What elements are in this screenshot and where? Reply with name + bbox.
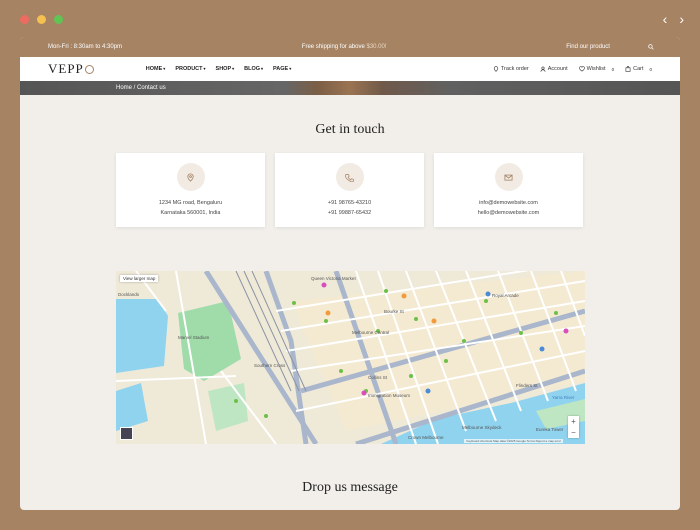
map-attribution[interactable]: Keyboard shortcuts Map data ©2025 Google…: [464, 439, 563, 443]
phone-icon: [345, 173, 354, 182]
browser-window: Mon-Fri : 8:30am to 4:30pm Free shipping…: [20, 37, 680, 510]
phone-line-2[interactable]: +91 99887-65432: [328, 209, 371, 219]
cart-icon: [625, 66, 631, 72]
address-line-1: 1234 MG road, Bengaluru: [158, 200, 223, 206]
zoom-in-button[interactable]: +: [568, 416, 579, 427]
menu-label: PRODUCT: [175, 66, 203, 72]
business-hours: Mon-Fri : 8:30am to 4:30pm: [48, 44, 123, 50]
chevron-down-icon: ▾: [163, 66, 166, 71]
section-title: Drop us message: [302, 480, 398, 495]
shipping-amount: $30.00!: [366, 44, 387, 50]
browser-nav: ‹ ›: [663, 11, 684, 27]
menu-page[interactable]: PAGE▾: [273, 66, 291, 72]
window-controls: [20, 15, 63, 24]
map-label: Marvel Stadium: [178, 335, 210, 340]
menu-product[interactable]: PRODUCT▾: [175, 66, 205, 72]
main-menu: HOME▾ PRODUCT▾ SHOP▾ BLOG▾ PAGE▾: [146, 66, 291, 72]
logo-swirl-icon: [84, 64, 94, 74]
wishlist-label: Wishlist: [586, 66, 606, 72]
icon-circle: [176, 163, 205, 191]
google-map[interactable]: Docklands Marvel Stadium Southern Cross …: [116, 271, 585, 444]
map-label: Queen Victoria Market: [311, 276, 356, 281]
logo-text: VEPP: [48, 61, 84, 76]
breadcrumb-banner: Home / Contact us: [20, 81, 680, 95]
phone-card: +91 98765-43210 +91 99887-65432: [275, 153, 424, 227]
breadcrumb[interactable]: Home / Contact us: [116, 85, 166, 91]
header-actions: Track order Account Wishlist 0 Cart 0: [493, 66, 652, 72]
heart-icon: [578, 66, 585, 72]
menu-label: HOME: [145, 66, 163, 72]
page-title: Get in touch: [315, 122, 385, 137]
brand-logo[interactable]: VEPP: [48, 61, 94, 77]
cart-count: 0: [649, 66, 652, 72]
wishlist-count: 0: [611, 66, 615, 72]
menu-label: PAGE: [273, 66, 289, 72]
email-card: info@demowebsite.com hello@demowebsite.c…: [434, 153, 583, 227]
map-label: Melbourne Skydeck: [462, 425, 502, 430]
map-label: Docklands: [118, 292, 140, 297]
chevron-down-icon: ▾: [232, 66, 235, 71]
icon-circle: [494, 163, 523, 191]
menu-shop[interactable]: SHOP▾: [216, 66, 235, 72]
email-line-2[interactable]: hello@demowebsite.com: [478, 209, 540, 219]
wishlist-link[interactable]: Wishlist 0: [578, 66, 615, 72]
map-label: Yarra River: [552, 395, 575, 400]
minimize-dot[interactable]: [37, 15, 46, 24]
map-tiles[interactable]: Docklands Marvel Stadium Southern Cross …: [116, 271, 585, 444]
user-icon: [540, 66, 546, 72]
top-bar: Mon-Fri : 8:30am to 4:30pm Free shipping…: [20, 37, 680, 57]
main-header: VEPP HOME▾ PRODUCT▾ SHOP▾ BLOG▾ PAGE▾ Tr…: [20, 57, 680, 81]
map-label: Eureka Tower: [536, 427, 564, 432]
account-link[interactable]: Account: [540, 66, 568, 72]
maximize-dot[interactable]: [54, 15, 63, 24]
map-label: Bourke St: [384, 309, 405, 314]
location-pin-icon: [493, 66, 498, 72]
phone-text: +91 98765-43210 +91 99887-65432: [328, 199, 371, 218]
menu-label: BLOG: [244, 66, 261, 72]
chevron-down-icon: ▾: [261, 66, 264, 71]
map-label: Melbourne Central: [352, 330, 389, 335]
map-layer-toggle[interactable]: [120, 427, 133, 440]
shipping-notice: Free shipping for above $30.00!: [302, 44, 387, 50]
mail-icon: [504, 174, 513, 181]
search-icon[interactable]: [648, 44, 654, 50]
chevron-right-icon[interactable]: ›: [679, 11, 684, 27]
chevron-left-icon[interactable]: ‹: [663, 11, 668, 27]
phone-line-1[interactable]: +91 98765-43210: [328, 199, 371, 209]
chevron-down-icon: ▾: [203, 66, 206, 71]
map-label: Crown Melbourne: [408, 435, 444, 440]
address-card: 1234 MG road, Bengaluru Karnataka 560001…: [116, 153, 265, 227]
map-label: Immigration Museum: [368, 393, 410, 398]
find-product[interactable]: Find our product: [566, 44, 654, 50]
address-line-2: Karnataka 560001, India: [160, 209, 221, 216]
account-label: Account: [547, 66, 568, 72]
address-text: 1234 MG road, Bengaluru Karnataka 560001…: [159, 199, 222, 218]
menu-home[interactable]: HOME▾: [146, 66, 166, 72]
shipping-text: Free shipping for above: [301, 44, 367, 50]
find-product-label: Find our product: [566, 44, 610, 50]
cart-link[interactable]: Cart 0: [625, 66, 652, 72]
track-order-label: Track order: [500, 66, 529, 72]
contact-cards: 1234 MG road, Bengaluru Karnataka 560001…: [116, 153, 680, 227]
track-order-link[interactable]: Track order: [493, 66, 529, 72]
menu-blog[interactable]: BLOG▾: [244, 66, 263, 72]
zoom-out-button[interactable]: −: [568, 427, 579, 438]
email-text: info@demowebsite.com hello@demowebsite.c…: [478, 199, 540, 218]
map-label: Southern Cross: [254, 363, 286, 368]
map-label: Collins St: [368, 375, 388, 380]
map-label: Royal Arcade: [492, 293, 519, 298]
email-line-1[interactable]: info@demowebsite.com: [478, 199, 540, 209]
map-label: Flinders St: [516, 383, 538, 388]
view-larger-map-button[interactable]: View larger map: [120, 275, 159, 282]
cart-label: Cart: [633, 66, 644, 72]
menu-label: SHOP: [215, 66, 232, 72]
map-zoom-controls: + −: [568, 416, 579, 438]
location-pin-icon: [187, 172, 194, 182]
icon-circle: [335, 163, 364, 191]
close-dot[interactable]: [20, 15, 29, 24]
chevron-down-icon: ▾: [289, 66, 292, 71]
